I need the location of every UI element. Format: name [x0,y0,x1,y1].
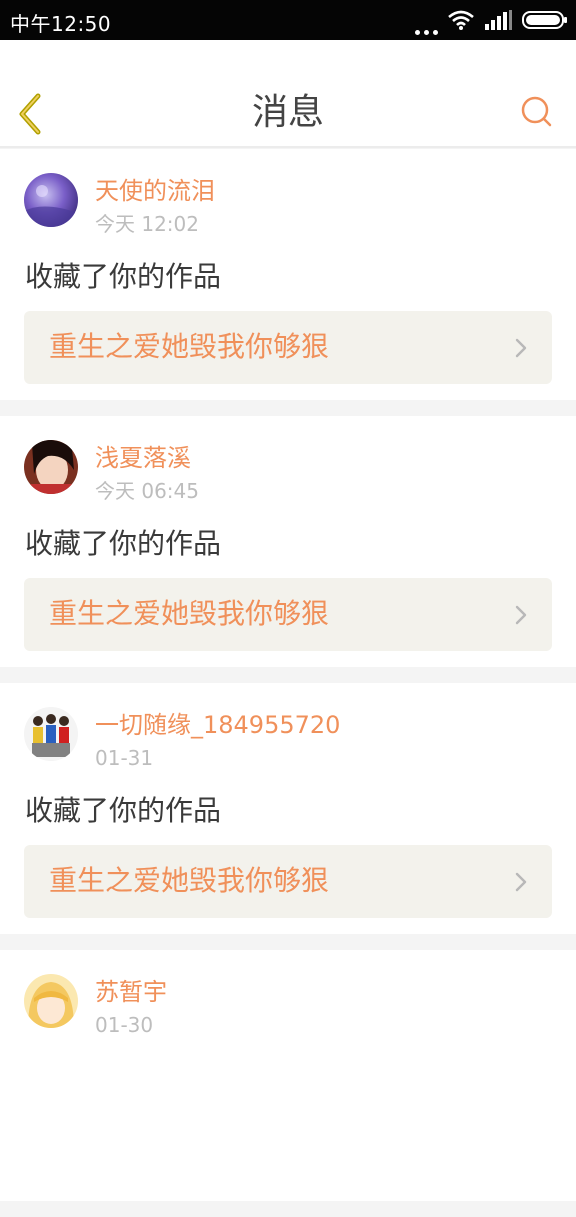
message-time: 今天 12:02 [95,212,199,236]
avatar[interactable] [24,974,78,1028]
message-item: 浅夏落溪 今天 06:45 收藏了你的作品 重生之爱她毁我你够狠 [0,416,576,667]
work-title: 重生之爱她毁我你够狠 [49,597,330,630]
username[interactable]: 浅夏落溪 [95,442,191,474]
chevron-right-icon [515,338,527,358]
more-dots-icon [415,5,438,35]
work-link[interactable]: 重生之爱她毁我你够狠 [24,578,552,651]
action-text: 收藏了你的作品 [25,794,222,827]
wifi-icon [448,10,474,30]
app-header: 消息 [0,40,576,148]
avatar[interactable] [24,173,78,227]
avatar[interactable] [24,707,78,761]
work-link[interactable]: 重生之爱她毁我你够狠 [24,311,552,384]
battery-icon [522,11,567,29]
work-title: 重生之爱她毁我你够狠 [49,864,330,897]
status-icons [415,9,568,35]
message-item: 一切随缘_184955720 01-31 收藏了你的作品 重生之爱她毁我你够狠 [0,683,576,934]
search-icon [521,96,552,127]
username[interactable]: 苏暂宇 [95,976,167,1008]
chevron-right-icon [515,605,527,625]
page-title: 消息 [251,92,324,133]
search-button[interactable] [520,95,554,129]
message-time: 今天 06:45 [95,479,199,503]
chevron-right-icon [515,872,527,892]
message-time: 01-30 [95,1013,154,1037]
work-title: 重生之爱她毁我你够狠 [49,330,330,363]
message-time: 01-31 [95,746,154,770]
status-bar: 中午12:50 [0,0,576,40]
work-link[interactable]: 重生之爱她毁我你够狠 [24,845,552,918]
avatar[interactable] [24,440,78,494]
message-list: 天使的流泪 今天 12:02 收藏了你的作品 重生之爱她毁我你够狠 浅夏落溪 今… [0,149,576,1217]
message-item: 天使的流泪 今天 12:02 收藏了你的作品 重生之爱她毁我你够狠 [0,149,576,400]
username[interactable]: 天使的流泪 [95,175,215,207]
username[interactable]: 一切随缘_184955720 [95,709,340,741]
message-item: 苏暂宇 01-30 [0,950,576,1201]
status-time: 中午12:50 [10,12,112,36]
action-text: 收藏了你的作品 [25,527,222,560]
signal-icon [485,10,512,30]
action-text: 收藏了你的作品 [25,260,222,293]
